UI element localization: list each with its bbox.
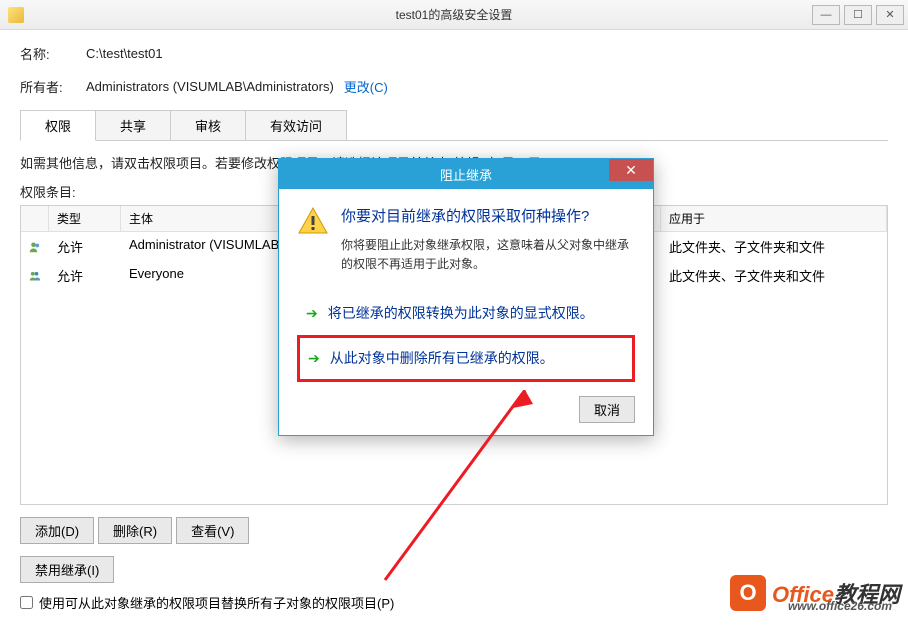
window-titlebar: test01的高级安全设置 — ☐ ✕ bbox=[0, 0, 908, 30]
tab-auditing[interactable]: 审核 bbox=[170, 110, 246, 140]
option-convert-inherited[interactable]: ➔ 将已继承的权限转换为此对象的显式权限。 bbox=[297, 292, 635, 335]
tabs: 权限 共享 审核 有效访问 bbox=[20, 110, 888, 141]
row-type: 允许 bbox=[49, 264, 121, 287]
minimize-button[interactable]: — bbox=[812, 5, 840, 25]
tab-effective-access[interactable]: 有效访问 bbox=[245, 110, 347, 140]
view-button[interactable]: 查看(V) bbox=[176, 517, 249, 544]
app-icon bbox=[8, 7, 24, 23]
dialog-options: ➔ 将已继承的权限转换为此对象的显式权限。 ➔ 从此对象中删除所有已继承的权限。 bbox=[297, 292, 635, 382]
name-label: 名称: bbox=[20, 44, 86, 63]
th-icon[interactable] bbox=[21, 206, 49, 231]
owner-row: 所有者: Administrators (VISUMLAB\Administra… bbox=[20, 77, 888, 96]
users-icon bbox=[29, 268, 41, 284]
row-type: 允许 bbox=[49, 235, 121, 258]
owner-value: Administrators (VISUMLAB\Administrators) bbox=[86, 79, 334, 94]
warning-icon bbox=[297, 205, 329, 237]
dialog-footer: 取消 bbox=[297, 382, 635, 423]
watermark-url: www.office26.com bbox=[788, 599, 892, 613]
dialog-heading: 你要对目前继承的权限采取何种操作? bbox=[341, 205, 635, 226]
owner-label: 所有者: bbox=[20, 77, 86, 96]
option-remove-inherited[interactable]: ➔ 从此对象中删除所有已继承的权限。 bbox=[297, 335, 635, 382]
close-button[interactable]: ✕ bbox=[876, 5, 904, 25]
disable-inherit-button[interactable]: 禁用继承(I) bbox=[20, 556, 114, 583]
row-apply: 此文件夹、子文件夹和文件 bbox=[661, 235, 887, 258]
maximize-button[interactable]: ☐ bbox=[844, 5, 872, 25]
watermark-icon: O bbox=[730, 575, 766, 611]
dialog-titlebar: 阻止继承 ✕ bbox=[279, 159, 653, 189]
add-button[interactable]: 添加(D) bbox=[20, 517, 94, 544]
tab-sharing[interactable]: 共享 bbox=[95, 110, 171, 140]
name-value: C:\test\test01 bbox=[86, 46, 163, 61]
tab-permissions[interactable]: 权限 bbox=[20, 110, 96, 141]
arrow-icon: ➔ bbox=[308, 350, 320, 367]
replace-children-checkbox[interactable] bbox=[20, 596, 33, 609]
user-icon bbox=[29, 239, 41, 255]
option-text: 从此对象中删除所有已继承的权限。 bbox=[330, 348, 554, 369]
change-owner-link[interactable]: 更改(C) bbox=[344, 77, 388, 96]
row-icon bbox=[21, 264, 49, 287]
cancel-button[interactable]: 取消 bbox=[579, 396, 635, 423]
window-controls: — ☐ ✕ bbox=[812, 5, 908, 25]
window-title: test01的高级安全设置 bbox=[396, 6, 513, 23]
row-icon bbox=[21, 235, 49, 258]
watermark: O Office教程网 www.office26.com bbox=[730, 575, 900, 611]
replace-children-label: 使用可从此对象继承的权限项目替换所有子对象的权限项目(P) bbox=[39, 593, 394, 612]
dialog-description: 你将要阻止此对象继承权限，这意味着从父对象中继承的权限不再适用于此对象。 bbox=[341, 236, 635, 274]
arrow-icon: ➔ bbox=[306, 305, 318, 322]
block-inheritance-dialog: 阻止继承 ✕ 你要对目前继承的权限采取何种操作? 你将要阻止此对象继承权限，这意… bbox=[278, 158, 654, 436]
th-apply[interactable]: 应用于 bbox=[661, 206, 887, 231]
action-buttons: 添加(D) 删除(R) 查看(V) bbox=[20, 517, 888, 544]
remove-button[interactable]: 删除(R) bbox=[98, 517, 172, 544]
dialog-close-button[interactable]: ✕ bbox=[609, 159, 653, 181]
row-apply: 此文件夹、子文件夹和文件 bbox=[661, 264, 887, 287]
dialog-body: 你要对目前继承的权限采取何种操作? 你将要阻止此对象继承权限，这意味着从父对象中… bbox=[279, 189, 653, 435]
dialog-title: 阻止继承 bbox=[440, 165, 492, 184]
name-row: 名称: C:\test\test01 bbox=[20, 44, 888, 63]
option-text: 将已继承的权限转换为此对象的显式权限。 bbox=[328, 303, 594, 324]
th-type[interactable]: 类型 bbox=[49, 206, 121, 231]
